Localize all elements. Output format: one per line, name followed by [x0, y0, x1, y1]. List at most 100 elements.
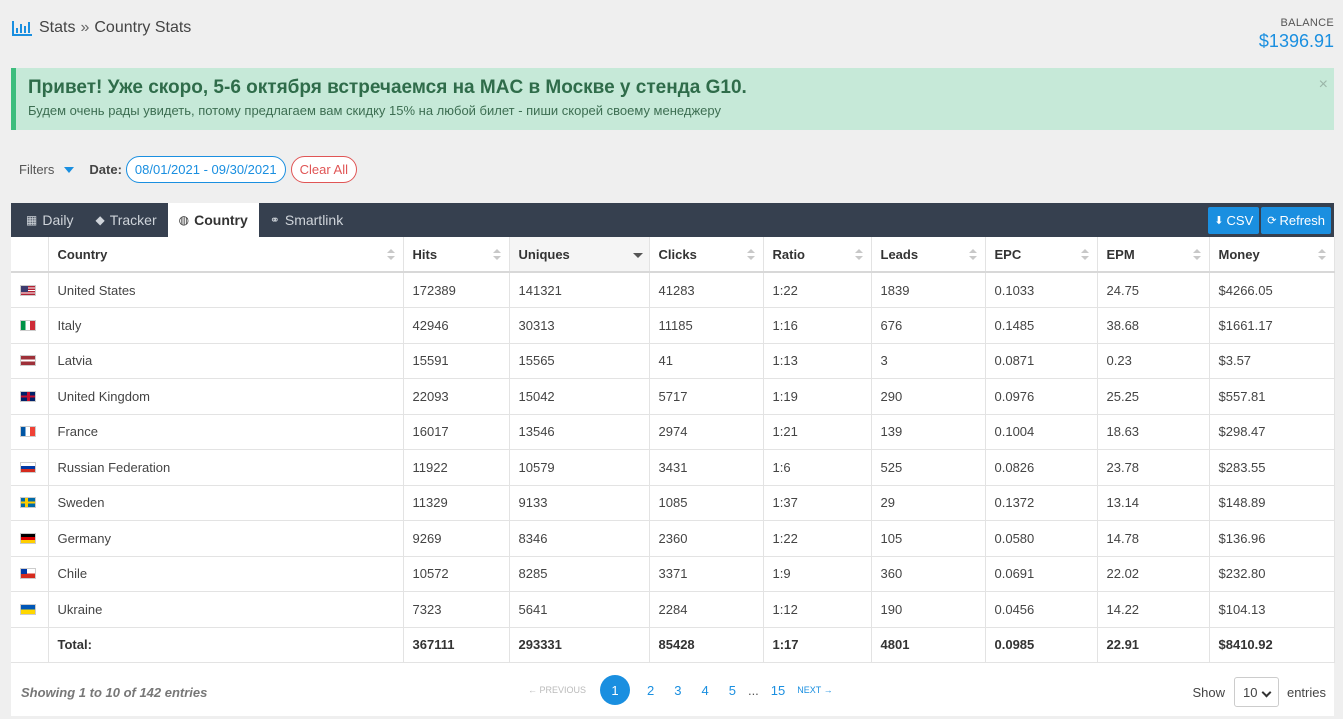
cell-uniques: 10579 — [509, 449, 650, 486]
cell-leads: 3 — [871, 343, 986, 379]
cell-hits: 7323 — [403, 591, 510, 628]
tab-tracker[interactable]: ◆ Tracker — [84, 203, 167, 237]
col-clicks[interactable]: Clicks — [649, 237, 764, 273]
col-country[interactable]: Country — [48, 237, 404, 273]
sort-icon — [492, 249, 501, 261]
col-label: EPC — [994, 246, 1022, 262]
cell-leads: 1839 — [871, 272, 986, 308]
cell-money: $232.80 — [1209, 556, 1335, 592]
balance-value: $1396.91 — [1258, 31, 1334, 51]
date-range-picker[interactable]: 08/01/2021 - 09/30/2021 — [125, 156, 286, 183]
cell-clicks: 11185 — [649, 307, 764, 344]
cell-hits: 42946 — [403, 307, 510, 344]
col-label: Uniques — [518, 246, 570, 262]
cell-leads: 29 — [871, 485, 986, 521]
col-leads[interactable]: Leads — [871, 237, 986, 273]
cell-ratio: 1:9 — [763, 556, 872, 592]
cell-money: $4266.05 — [1209, 272, 1335, 308]
tab-smartlink[interactable]: ⚭ Smartlink — [259, 203, 354, 237]
flag-cell — [11, 414, 49, 450]
col-epm[interactable]: EPM — [1097, 237, 1210, 273]
total-label: Total: — [48, 626, 404, 663]
tab-country[interactable]: ◍ Country — [167, 203, 259, 237]
page-3[interactable]: 3 — [674, 683, 681, 698]
total-epc: 0.0985 — [985, 626, 1098, 663]
flag-cell — [11, 520, 49, 557]
date-label: Date: — [89, 162, 122, 177]
cell-country: Russian Federation — [48, 449, 404, 486]
page-4[interactable]: 4 — [701, 683, 708, 698]
cell-epm: 24.75 — [1097, 272, 1210, 308]
cell-clicks: 3431 — [649, 449, 764, 486]
col-hits[interactable]: Hits — [403, 237, 510, 273]
cell-epc: 0.0691 — [985, 556, 1098, 592]
flag-cell — [11, 272, 49, 308]
csv-button[interactable]: ⬇ CSV — [1208, 207, 1260, 234]
page-5[interactable]: 5 — [729, 683, 736, 698]
page-2[interactable]: 2 — [647, 683, 654, 698]
pagination-ellipsis: ... — [747, 682, 759, 698]
refresh-button[interactable]: ⟳ Refresh — [1261, 207, 1331, 234]
col-epc[interactable]: EPC — [985, 237, 1098, 273]
refresh-icon: ⟳ — [1267, 215, 1277, 227]
cell-leads: 525 — [871, 449, 986, 486]
globe-icon: ◍ — [178, 213, 190, 227]
cell-hits: 10572 — [403, 556, 510, 592]
table-row: France 16017 13546 2974 1:21 139 0.1004 18.63 $2… — [11, 414, 1335, 450]
cell-clicks: 1085 — [649, 485, 764, 521]
cell-epc: 0.0976 — [985, 378, 1098, 415]
table-header-row: Country Hits Uniques Clicks Ratio Leads … — [11, 237, 1335, 273]
col-ratio[interactable]: Ratio — [763, 237, 872, 273]
cell-uniques: 15042 — [509, 378, 650, 415]
flag-se-icon — [20, 497, 36, 509]
cell-ratio: 1:22 — [763, 520, 872, 557]
table-row: Chile 10572 8285 3371 1:9 360 0.0691 22.02 $232.… — [11, 556, 1335, 592]
cell-uniques: 9133 — [509, 485, 650, 521]
total-row: Total: 367111 293331 85428 1:17 4801 0.0985 22.… — [11, 626, 1335, 663]
cell-clicks: 41283 — [649, 272, 764, 308]
clear-all-button[interactable]: Clear All — [290, 156, 358, 183]
entries-info: Showing 1 to 10 of 142 entries — [21, 684, 208, 700]
cell-epc: 0.1004 — [985, 414, 1098, 450]
cell-ratio: 1:12 — [763, 591, 872, 628]
cell-money: $557.81 — [1209, 378, 1335, 415]
cell-ratio: 1:22 — [763, 272, 872, 308]
close-icon[interactable]: × — [1319, 76, 1328, 94]
col-money[interactable]: Money — [1209, 237, 1335, 273]
total-epm: 22.91 — [1097, 626, 1210, 663]
caret-down-icon[interactable] — [64, 166, 75, 173]
filters-label[interactable]: Filters — [19, 162, 54, 177]
page-last[interactable]: 15 — [771, 683, 785, 698]
tab-daily[interactable]: ▦ Daily — [15, 203, 84, 237]
page-size-select[interactable]: 10 — [1233, 677, 1279, 707]
col-label: Leads — [880, 246, 919, 262]
alert-title: Привет! Уже скоро, 5-6 октября встречаем… — [28, 77, 747, 98]
flag-de-icon — [20, 532, 36, 544]
table-row: United States 172389 141321 41283 1:22 1839 0.… — [11, 272, 1335, 308]
col-uniques[interactable]: Uniques — [509, 237, 650, 273]
table-row: Italy 42946 30313 11185 1:16 676 0.1485 38.68 $1… — [11, 307, 1335, 344]
cell-epm: 23.78 — [1097, 449, 1210, 486]
cell-hits: 11329 — [403, 485, 510, 521]
cell-epc: 0.0871 — [985, 343, 1098, 379]
flag-cell — [11, 485, 49, 521]
cell-money: $1661.17 — [1209, 307, 1335, 344]
flag-cell — [11, 626, 49, 663]
cell-uniques: 5641 — [509, 591, 650, 628]
sort-icon — [386, 249, 395, 261]
cell-country: Sweden — [48, 485, 404, 521]
sort-icon — [1080, 249, 1089, 261]
sort-icon — [1192, 249, 1201, 261]
cell-uniques: 30313 — [509, 307, 650, 344]
breadcrumb-root[interactable]: Stats — [39, 19, 75, 37]
next-page[interactable]: NEXT → — [797, 685, 832, 695]
cell-ratio: 1:21 — [763, 414, 872, 450]
cell-hits: 11922 — [403, 449, 510, 486]
cell-leads: 290 — [871, 378, 986, 415]
cell-clicks: 2360 — [649, 520, 764, 557]
page-1[interactable]: 1 — [600, 675, 631, 705]
previous-page[interactable]: ← PREVIOUS — [528, 685, 586, 695]
cell-ratio: 1:37 — [763, 485, 872, 521]
cell-country: Chile — [48, 556, 404, 592]
flag-cell — [11, 556, 49, 592]
